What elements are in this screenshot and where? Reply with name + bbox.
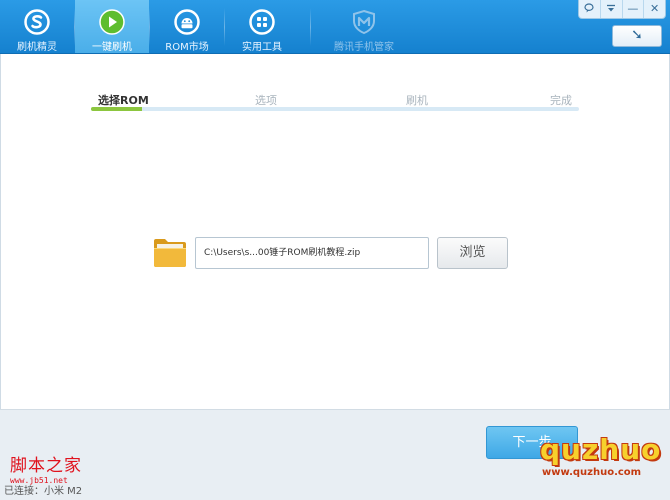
close-button[interactable]: ✕ [643, 0, 665, 18]
tab-label: 实用工具 [242, 42, 282, 53]
tab-label: 刷机精灵 [17, 42, 57, 53]
tab-divider [310, 8, 311, 46]
menu-button[interactable] [599, 0, 622, 18]
jb51-watermark-title: 脚本之家 [10, 456, 82, 476]
play-arrow-icon [99, 9, 125, 35]
grid-tools-icon [249, 9, 275, 35]
tab-utility-tools[interactable]: 实用工具 [225, 0, 299, 53]
tab-rom-market[interactable]: ROM市场 [150, 0, 224, 53]
quzhuo-watermark-name: quzhuo [540, 433, 662, 466]
step-label-flash: 刷机 [406, 94, 428, 107]
step-label-done: 完成 [550, 94, 572, 107]
tab-tencent-manager[interactable]: 腾讯手机管家 [325, 0, 403, 53]
android-icon [174, 9, 200, 35]
step-label-options: 选项 [255, 94, 277, 107]
rom-path-field[interactable]: C:\Users\s...00锤子ROM刷机教程.zip [195, 237, 429, 269]
quzhuo-watermark: quzhuo www.quzhuo.com [536, 433, 664, 493]
menu-dropdown-icon [607, 4, 616, 12]
step-label-select-rom: 选择ROM [98, 94, 149, 107]
step-progress-bar [91, 107, 579, 111]
tencent-shield-icon [353, 9, 375, 35]
tab-shuaji-jingling[interactable]: 刷机精灵 [0, 0, 74, 53]
browse-button[interactable]: 浏览 [437, 237, 508, 269]
window-controls: — ✕ [578, 0, 666, 19]
minimize-button[interactable]: — [621, 0, 644, 18]
jb51-watermark-url: www.jb51.net [10, 476, 68, 485]
step-progress-fill [91, 107, 143, 111]
top-nav-bar: 刷机精灵 一键刷机 ROM市场 实用工具 腾讯手机管家 — ✕ ➘ [0, 0, 670, 54]
tab-label: ROM市场 [165, 42, 209, 53]
return-button[interactable]: ➘ [612, 25, 662, 47]
return-arrow-icon: ➘ [631, 27, 643, 43]
shuaji-logo-icon [24, 9, 50, 35]
folder-icon [154, 239, 186, 267]
tab-one-click-flash[interactable]: 一键刷机 [75, 0, 149, 53]
quzhuo-watermark-url: www.quzhuo.com [542, 467, 642, 478]
jb51-watermark: 脚本之家 www.jb51.net [10, 456, 82, 486]
tab-label: 腾讯手机管家 [334, 42, 394, 53]
tab-label: 一键刷机 [92, 42, 132, 53]
chat-bubble-icon [584, 3, 594, 13]
feedback-button[interactable] [579, 0, 600, 18]
